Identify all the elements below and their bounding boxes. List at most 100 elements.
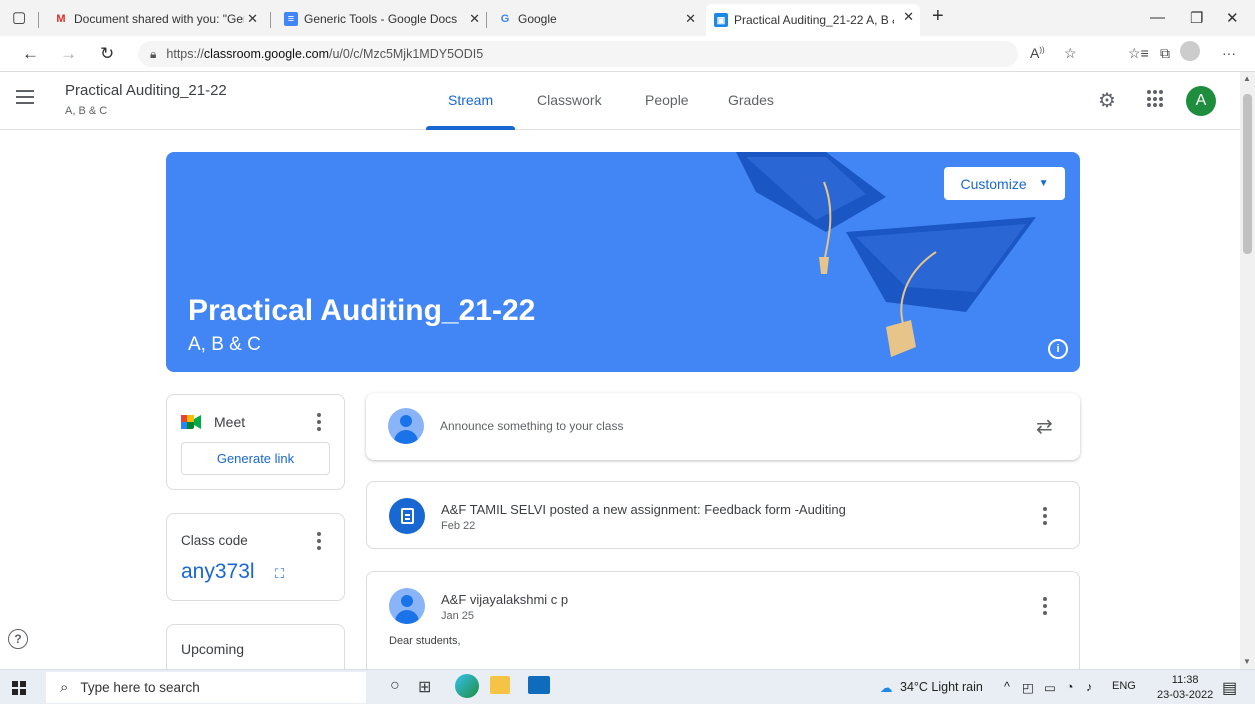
restore-icon[interactable]: ❐ xyxy=(1190,9,1203,27)
url-host: classroom.google.com xyxy=(203,47,329,61)
gmail-icon: M xyxy=(56,13,66,25)
class-banner: Practical Auditing_21-22 A, B & C Custom… xyxy=(166,152,1080,372)
new-tab-icon[interactable]: + xyxy=(932,5,944,28)
assignment-icon xyxy=(389,498,425,534)
tab-title: Practical Auditing_21-22 A, B & C xyxy=(734,13,894,27)
favorites-icon[interactable]: ☆≡ xyxy=(1128,45,1149,62)
avatar[interactable]: A xyxy=(1186,86,1216,116)
docs-icon: ≡ xyxy=(284,12,298,26)
info-icon[interactable]: i xyxy=(1048,339,1068,359)
meet-more-icon[interactable] xyxy=(317,413,321,431)
fullscreen-icon[interactable]: ⛶ xyxy=(275,566,284,582)
post-more-icon[interactable] xyxy=(1043,507,1047,525)
announce-placeholder[interactable]: Announce something to your class xyxy=(440,419,623,433)
profile-icon[interactable] xyxy=(1180,41,1200,61)
banner-subtitle: A, B & C xyxy=(188,334,261,355)
post-date: Jan 25 xyxy=(441,610,475,622)
weather-text[interactable]: 34°C Light rain xyxy=(900,680,983,694)
generate-link-button[interactable]: Generate link xyxy=(181,442,330,475)
browser-tab-docs[interactable]: ≡ Generic Tools - Google Docs ✕ xyxy=(276,6,486,32)
class-code-label: Class code xyxy=(181,533,248,548)
meet-label: Meet xyxy=(214,414,246,430)
browser-tab-strip: ▢ M Document shared with you: "Gen ✕ ≡ G… xyxy=(0,0,1255,36)
post-more-icon[interactable] xyxy=(1043,597,1047,615)
tab-title: Document shared with you: "Gen xyxy=(74,12,244,26)
post-date: Feb 22 xyxy=(441,520,476,532)
google-icon: G xyxy=(500,13,510,25)
notifications-icon[interactable]: ▤ xyxy=(1222,678,1237,698)
tab-classwork[interactable]: Classwork xyxy=(537,92,602,108)
lock-icon: 🔒︎ xyxy=(150,46,157,61)
mail-icon[interactable] xyxy=(528,676,550,694)
tab-actions-icon[interactable]: ▢ xyxy=(12,8,26,26)
browser-tab-classroom[interactable]: ▣ Practical Auditing_21-22 A, B & C ✕ xyxy=(706,4,920,36)
tray-app-icon[interactable]: ◰ xyxy=(1022,680,1034,695)
classroom-icon: ▣ xyxy=(714,13,728,27)
close-tab-icon[interactable]: ✕ xyxy=(469,11,480,27)
show-hidden-icons[interactable]: ^ xyxy=(1004,680,1010,694)
network-icon[interactable]: ◔ xyxy=(1066,680,1074,694)
url-path: /u/0/c/Mzc5Mjk1MDY5ODI5 xyxy=(328,47,484,61)
battery-icon[interactable]: ▭ xyxy=(1044,680,1056,695)
reload-icon[interactable]: ↻ xyxy=(100,44,114,64)
windows-start-icon[interactable] xyxy=(12,681,26,695)
caret-down-icon: ▼ xyxy=(1038,178,1049,189)
tab-title: Google xyxy=(518,12,557,26)
close-tab-icon[interactable]: ✕ xyxy=(685,11,696,27)
read-aloud-icon[interactable]: A)) xyxy=(1030,45,1045,61)
forward-icon[interactable]: → xyxy=(60,44,77,64)
taskbar-search-input[interactable]: ⌕ Type here to search xyxy=(46,672,366,703)
menu-icon[interactable] xyxy=(16,90,34,104)
language-indicator[interactable]: ENG xyxy=(1112,680,1136,692)
browser-tab-google[interactable]: G Google ✕ xyxy=(490,6,702,32)
class-code-more-icon[interactable] xyxy=(317,532,321,550)
close-tab-icon[interactable]: ✕ xyxy=(247,11,258,27)
page-scrollbar[interactable]: ▲ ▼ xyxy=(1240,72,1255,669)
post-title[interactable]: A&F TAMIL SELVI posted a new assignment:… xyxy=(441,502,846,517)
class-code-card: Class code any373l ⛶ xyxy=(166,513,345,601)
cortana-icon[interactable]: ○ xyxy=(390,677,400,695)
minimize-icon[interactable]: — xyxy=(1150,9,1165,26)
close-tab-icon[interactable]: ✕ xyxy=(903,9,914,25)
banner-title: Practical Auditing_21-22 xyxy=(188,294,536,327)
customize-button[interactable]: Customize ▼ xyxy=(944,167,1065,200)
collections-icon[interactable]: ⧉ xyxy=(1160,45,1170,62)
meet-card: Meet Generate link xyxy=(166,394,345,490)
browser-tab-gmail[interactable]: M Document shared with you: "Gen ✕ xyxy=(46,6,264,32)
announce-box[interactable]: Announce something to your class ⇄ xyxy=(366,393,1080,460)
stream-post-assignment[interactable]: A&F TAMIL SELVI posted a new assignment:… xyxy=(366,481,1080,549)
google-meet-icon xyxy=(181,415,201,429)
taskbar-clock[interactable]: 11:38 23-03-2022 xyxy=(1157,673,1213,703)
tab-grades[interactable]: Grades xyxy=(728,92,774,108)
class-section: A, B & C xyxy=(65,105,108,117)
file-explorer-icon[interactable] xyxy=(490,676,510,694)
user-avatar-icon xyxy=(388,408,424,444)
scroll-up-icon[interactable]: ▲ xyxy=(1243,74,1251,83)
tab-stream[interactable]: Stream xyxy=(448,92,493,108)
scroll-down-icon[interactable]: ▼ xyxy=(1243,657,1251,666)
help-icon[interactable]: ? xyxy=(8,629,28,649)
back-icon[interactable]: ← xyxy=(22,44,39,64)
classroom-header: Practical Auditing_21-22 A, B & C Stream… xyxy=(0,72,1240,130)
user-avatar-icon xyxy=(389,588,425,624)
stream-post-announcement: A&F vijayalakshmi c p Jan 25 Dear studen… xyxy=(366,571,1080,681)
upcoming-label: Upcoming xyxy=(181,641,245,657)
windows-taskbar: ⌕ Type here to search ○ ⊞ ☁ 34°C Light r… xyxy=(0,669,1255,704)
task-view-icon[interactable]: ⊞ xyxy=(418,677,431,697)
class-name[interactable]: Practical Auditing_21-22 xyxy=(65,82,227,99)
settings-gear-icon[interactable]: ⚙ xyxy=(1098,88,1116,113)
close-window-icon[interactable]: ✕ xyxy=(1226,9,1239,27)
volume-icon[interactable]: ♪ xyxy=(1086,680,1092,694)
reuse-post-icon[interactable]: ⇄ xyxy=(1036,414,1053,439)
tab-people[interactable]: People xyxy=(645,92,689,108)
edge-icon[interactable] xyxy=(455,674,479,698)
tab-title: Generic Tools - Google Docs xyxy=(304,12,458,26)
url-field[interactable]: 🔒︎ https://classroom.google.com/u/0/c/Mz… xyxy=(138,41,1018,67)
more-icon[interactable]: ··· xyxy=(1222,45,1236,61)
search-icon: ⌕ xyxy=(60,679,69,696)
post-author: A&F vijayalakshmi c p xyxy=(441,592,569,607)
google-apps-icon[interactable] xyxy=(1147,90,1165,108)
favorite-add-icon[interactable]: ☆ xyxy=(1064,45,1077,62)
scroll-thumb[interactable] xyxy=(1243,94,1252,254)
clock-date: 23-03-2022 xyxy=(1157,689,1214,701)
